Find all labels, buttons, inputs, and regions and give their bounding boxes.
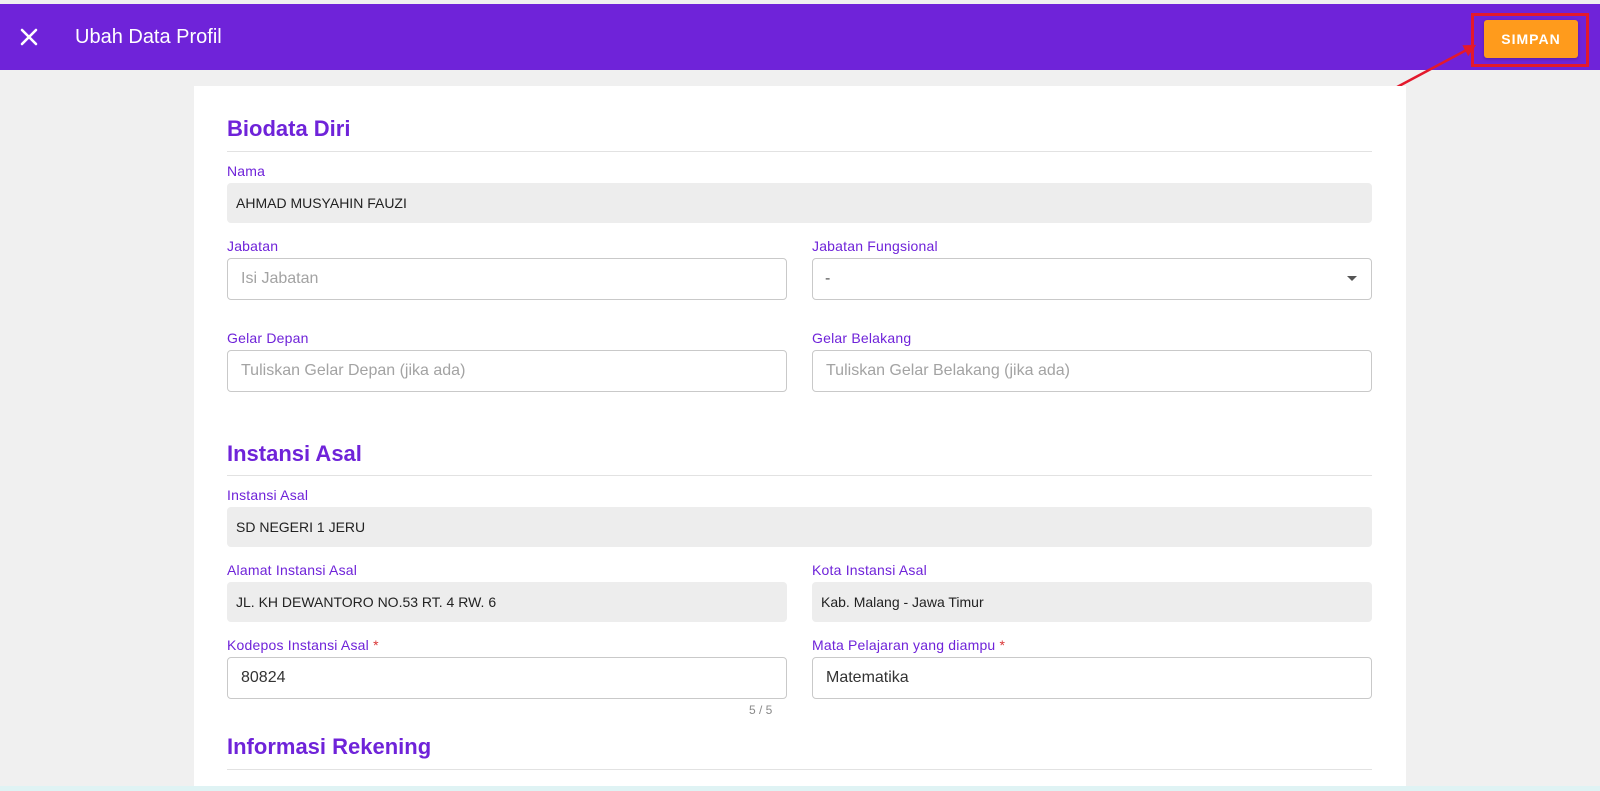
alamat-instansi-label: Alamat Instansi Asal: [227, 562, 358, 578]
dropdown-arrow-icon: [1347, 276, 1357, 281]
bottom-edge: [0, 786, 1600, 791]
kodepos-label: Kodepos Instansi Asal *: [227, 637, 379, 653]
instansi-asal-field: SD NEGERI 1 JERU: [227, 507, 1372, 547]
jabatan-input[interactable]: [227, 258, 787, 300]
app-header: Ubah Data Profil SIMPAN: [0, 4, 1600, 70]
kodepos-label-text: Kodepos Instansi Asal: [227, 637, 369, 653]
instansi-asal-label: Instansi Asal: [227, 487, 309, 503]
kota-instansi-field: Kab. Malang - Jawa Timur: [812, 582, 1372, 622]
gelar-depan-input[interactable]: [227, 350, 787, 392]
page-title: Ubah Data Profil: [75, 26, 222, 48]
jabatan-fungsional-label: Jabatan Fungsional: [812, 238, 938, 254]
section-divider: [227, 769, 1372, 770]
alamat-instansi-field: JL. KH DEWANTORO NO.53 RT. 4 RW. 6: [227, 582, 787, 622]
section-divider: [227, 151, 1372, 152]
close-icon[interactable]: [14, 22, 44, 52]
mapel-label-text: Mata Pelajaran yang diampu: [812, 637, 996, 653]
section-title-rekening: Informasi Rekening: [227, 734, 432, 759]
mapel-label: Mata Pelajaran yang diampu *: [812, 637, 1005, 653]
jabatan-fungsional-select[interactable]: -: [812, 258, 1372, 300]
required-mark: *: [373, 637, 379, 653]
section-divider: [227, 475, 1372, 476]
nama-field: AHMAD MUSYAHIN FAUZI: [227, 183, 1372, 223]
mapel-input[interactable]: [812, 657, 1372, 699]
gelar-belakang-label: Gelar Belakang: [812, 330, 912, 346]
jabatan-label: Jabatan: [227, 238, 279, 254]
jabatan-fungsional-value: -: [825, 270, 831, 287]
required-mark: *: [999, 637, 1006, 653]
profile-form-card: Biodata Diri Nama AHMAD MUSYAHIN FAUZI J…: [194, 86, 1406, 791]
gelar-belakang-input[interactable]: [812, 350, 1372, 392]
kota-instansi-label: Kota Instansi Asal: [812, 562, 927, 578]
save-highlight-box: [1471, 13, 1589, 67]
kodepos-char-counter: 5 / 5: [749, 703, 773, 717]
section-title-biodata: Biodata Diri: [227, 116, 351, 141]
section-title-instansi: Instansi Asal: [227, 441, 362, 466]
nama-label: Nama: [227, 163, 266, 179]
gelar-depan-label: Gelar Depan: [227, 330, 309, 346]
kodepos-input[interactable]: [227, 657, 787, 699]
